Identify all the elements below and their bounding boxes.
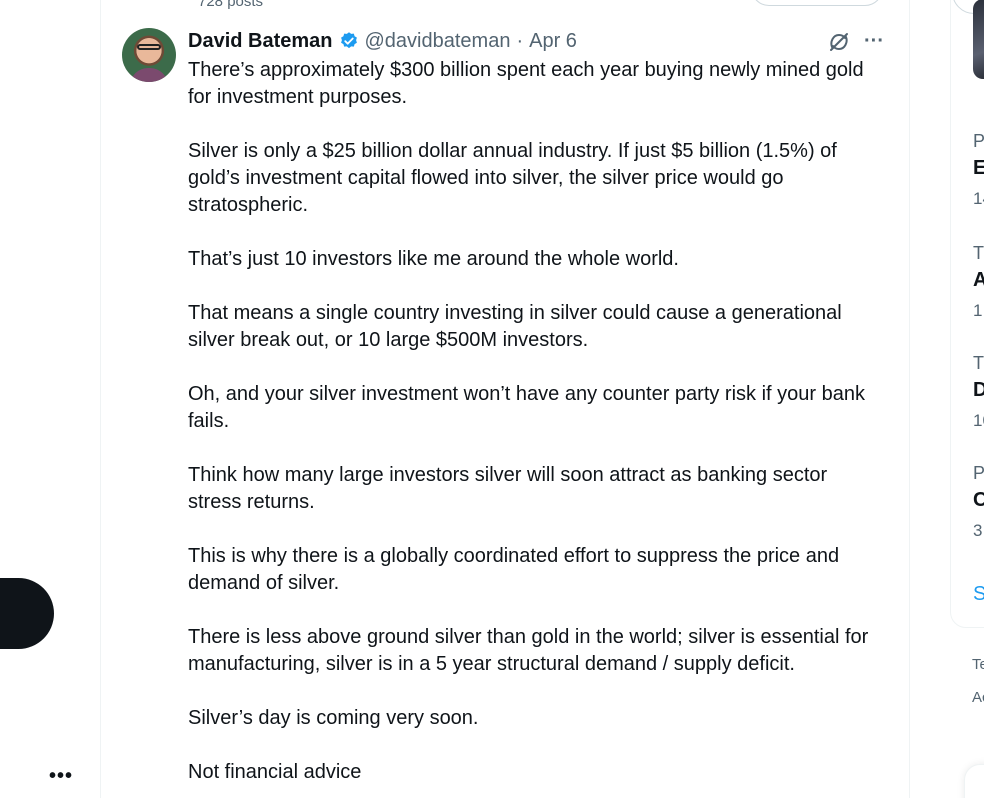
- tweet-paragraph: Think how many large investors silver wi…: [188, 464, 828, 513]
- footer-link-accessibility[interactable]: Ac: [972, 689, 984, 706]
- tweet-paragraph: Silver’s day is coming very soon.: [188, 707, 479, 729]
- verified-badge-icon[interactable]: [339, 31, 359, 51]
- trend-category: P: [973, 131, 984, 151]
- post-date[interactable]: Apr 6: [529, 30, 577, 53]
- profile-action-button[interactable]: [751, 0, 883, 6]
- trend-title[interactable]: A: [973, 269, 984, 292]
- trend-count: 3: [973, 521, 983, 540]
- timeline-column: 728 posts David Bateman @davidbateman · …: [100, 0, 910, 798]
- header-separator: ·: [516, 29, 524, 52]
- trend-category: T: [973, 243, 984, 263]
- tweet-paragraph: That means a single country investing in…: [188, 302, 842, 351]
- tweet-header: David Bateman @davidbateman · Apr 6: [188, 28, 577, 54]
- trend-title[interactable]: C: [973, 489, 984, 512]
- post-compose-button[interactable]: [0, 578, 54, 649]
- trend-category: T: [973, 353, 984, 373]
- author-name[interactable]: David Bateman: [188, 30, 333, 53]
- trend-count: 1,: [973, 301, 984, 320]
- left-navigation-rail: •••: [0, 0, 100, 798]
- trend-title[interactable]: D: [973, 379, 984, 402]
- right-sidebar: P E 14 T A 1, T D 10 P C 3 S Te Ac: [950, 0, 984, 798]
- tweet-paragraph: There’s approximately $300 billion spent…: [188, 59, 864, 108]
- post-count: 728 posts: [198, 0, 264, 10]
- tweet-text: There’s approximately $300 billion spent…: [188, 57, 878, 798]
- messages-drawer[interactable]: [964, 764, 984, 798]
- tweet-paragraph: Oh, and your silver investment won’t hav…: [188, 383, 865, 432]
- avatar-shirt: [130, 68, 168, 82]
- tweet-paragraph: There is less above ground silver than g…: [188, 626, 869, 675]
- avatar[interactable]: [122, 28, 176, 82]
- trend-count: 10: [973, 411, 984, 430]
- avatar-glasses: [137, 44, 161, 50]
- tweet-paragraph: Silver is only a $25 billion dollar annu…: [188, 140, 837, 216]
- author-handle[interactable]: @davidbateman: [365, 30, 511, 53]
- footer-link-terms[interactable]: Te: [972, 656, 984, 673]
- trend-category: P: [973, 463, 984, 483]
- trends-card: P E 14 T A 1, T D 10 P C 3 S: [950, 0, 984, 628]
- trend-count: 14: [973, 189, 984, 208]
- tweet-paragraph: This is why there is a globally coordina…: [188, 545, 840, 594]
- account-more-icon[interactable]: •••: [49, 764, 73, 788]
- show-more-link[interactable]: S: [973, 583, 984, 606]
- more-horizontal-icon[interactable]: ···: [862, 30, 886, 54]
- trend-image[interactable]: [973, 0, 984, 79]
- tweet-paragraph: Not financial advice: [188, 761, 362, 783]
- trend-title[interactable]: E: [973, 157, 984, 180]
- grok-icon[interactable]: [827, 30, 851, 54]
- tweet-paragraph: That’s just 10 investors like me around …: [188, 248, 679, 270]
